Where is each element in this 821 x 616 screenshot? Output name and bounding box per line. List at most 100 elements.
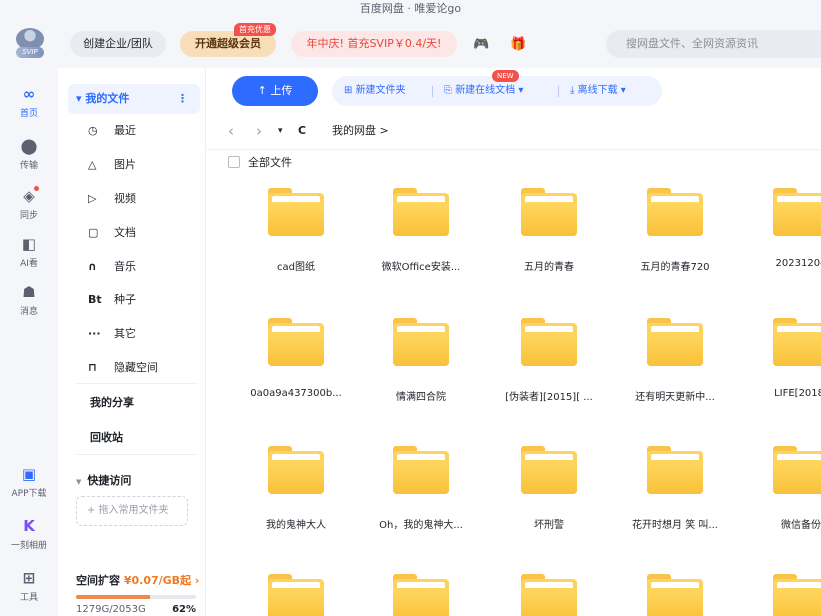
sidebar-item-recycle-bin[interactable]: 回收站: [90, 429, 123, 445]
toolbar-actions: ⊞ 新建文件夹 ⎘ 新建在线文档 ▾ NEW ⤓ 离线下载 ▾: [332, 70, 662, 106]
promo-banner[interactable]: 年中庆! 首充SVIP￥0.4/天!: [291, 31, 457, 57]
select-all-checkbox[interactable]: [228, 156, 240, 168]
offline-download-button[interactable]: ⤓ 离线下载 ▾: [570, 76, 626, 106]
folder-name: 20231204: [775, 258, 821, 269]
quick-access-drop-zone[interactable]: + 拖入常用文件夹: [76, 496, 188, 526]
avatar[interactable]: SVIP: [16, 28, 44, 58]
gift-icon[interactable]: 🎁: [510, 37, 526, 52]
left-nav: ∞ 首页 ⬤ 传输 ◈ 同步 ◧ AI看 ☗ 消息 ▣ APP下载 K 一刻相册: [0, 68, 58, 616]
folder-item[interactable]: 花开时想月 笑 叫...: [612, 446, 738, 531]
folder-item[interactable]: 20231204: [738, 188, 821, 269]
sidebar-item-label: 种子: [114, 293, 136, 306]
folder-name: [伪装者][2015][ ...: [505, 392, 593, 403]
folder-item[interactable]: [612, 574, 738, 616]
nav-label: AI看: [20, 259, 38, 269]
toolbar: ↑ 上传 ⊞ 新建文件夹 ⎘ 新建在线文档 ▾ NEW ⤓ 离线下载 ▾: [206, 70, 821, 106]
folder-item[interactable]: 我的鬼神大人: [233, 446, 359, 531]
folder-item[interactable]: [738, 574, 821, 616]
nav-tools[interactable]: ⊞ 工具: [0, 568, 58, 603]
storage-percent: 62%: [172, 604, 196, 615]
sidebar-item-documents[interactable]: ▢ 文档: [88, 223, 136, 243]
nav-album[interactable]: K 一刻相册: [0, 516, 58, 551]
create-team-button[interactable]: 创建企业/团队: [70, 31, 166, 57]
back-icon[interactable]: ‹: [228, 120, 234, 142]
storage-used: 1279G/2053G: [76, 604, 146, 615]
sidebar-item-videos[interactable]: ▷ 视频: [88, 189, 136, 209]
folder-icon: [268, 188, 324, 236]
divider: [76, 454, 198, 455]
sidebar-item-music[interactable]: ∩ 音乐: [88, 257, 136, 277]
folder-name: Oh，我的鬼神大...: [379, 520, 463, 531]
folder-name: 情满四合院: [396, 392, 446, 403]
sidebar-item-label: 音乐: [114, 260, 136, 273]
folder-item[interactable]: 情满四合院: [358, 318, 484, 403]
folder-icon: [268, 318, 324, 366]
my-files-label: 我的文件: [85, 92, 130, 105]
tools-icon: ⊞: [22, 569, 36, 587]
breadcrumb-current[interactable]: 我的网盘 >: [332, 120, 389, 142]
gamepad-icon[interactable]: 🎮: [473, 37, 489, 52]
sidebar-item-my-files[interactable]: ▾ 我的文件 ⋮: [68, 84, 200, 114]
sidebar-item-other[interactable]: ··· 其它: [88, 324, 136, 344]
message-icon: ☗: [22, 283, 36, 301]
folder-item[interactable]: 五月的青春720: [612, 188, 738, 273]
quick-access-header[interactable]: ▼ 快捷访问: [76, 472, 131, 488]
folder-icon: [393, 188, 449, 236]
divider: [206, 149, 821, 150]
list-header: 全部文件: [228, 154, 292, 170]
nav-home[interactable]: ∞ 首页: [0, 84, 58, 119]
upload-button[interactable]: ↑ 上传: [232, 76, 318, 106]
folder-item[interactable]: 0a0a9a437300b...: [233, 318, 359, 399]
window-title: 百度网盘 · 唯爱论go: [0, 0, 821, 18]
search-input[interactable]: 搜网盘文件、全网资源资讯: [606, 30, 821, 58]
folder-item[interactable]: 微软Office安装...: [358, 188, 484, 273]
folder-item[interactable]: 五月的青春: [486, 188, 612, 273]
caret-down-icon[interactable]: ▾: [278, 120, 283, 142]
file-browser: ↑ 上传 ⊞ 新建文件夹 ⎘ 新建在线文档 ▾ NEW ⤓ 离线下载 ▾ ‹ ›…: [206, 68, 821, 616]
folder-icon: [521, 574, 577, 616]
open-svip-button[interactable]: 开通超级会员 首充优惠: [180, 23, 276, 57]
new-online-doc-button[interactable]: ⎘ 新建在线文档 ▾ NEW: [444, 70, 523, 106]
folder-icon: [773, 188, 821, 236]
folder-item[interactable]: cad图纸: [233, 188, 359, 273]
folder-icon: [647, 574, 703, 616]
caret-down-icon: ▾: [76, 92, 86, 105]
new-folder-button[interactable]: ⊞ 新建文件夹: [344, 76, 406, 106]
forward-icon[interactable]: ›: [256, 120, 262, 142]
svip-button-label: 开通超级会员: [195, 37, 261, 50]
video-icon: ▷: [88, 192, 97, 205]
folder-item[interactable]: [伪装者][2015][ ...: [486, 318, 612, 403]
nav-messages[interactable]: ☗ 消息: [0, 282, 58, 317]
sidebar-item-recent[interactable]: ◷ 最近: [88, 121, 136, 141]
nav-sync[interactable]: ◈ 同步: [0, 186, 58, 221]
refresh-icon[interactable]: C: [298, 120, 306, 142]
folder-item[interactable]: LIFE[2018]: [738, 318, 821, 399]
sidebar-item-my-share[interactable]: 我的分享: [90, 394, 134, 410]
sidebar-item-hidden-space[interactable]: ⊓ 隐藏空间: [88, 358, 158, 378]
image-icon: △: [88, 158, 97, 171]
more-options-icon[interactable]: ⋮: [177, 84, 188, 114]
folder-name: 坏刑警: [534, 520, 564, 531]
folder-item[interactable]: [486, 574, 612, 616]
folder-item[interactable]: 微信备份: [738, 446, 821, 531]
storage-title: 空间扩容: [76, 574, 120, 587]
nav-transfer[interactable]: ⬤ 传输: [0, 136, 58, 171]
nav-app-download[interactable]: ▣ APP下载: [0, 464, 58, 499]
offline-download-label: 离线下载: [577, 85, 618, 96]
storage-usage-fill: [76, 595, 151, 599]
sidebar-item-images[interactable]: △ 图片: [88, 155, 136, 175]
folder-item[interactable]: [233, 574, 359, 616]
folder-item[interactable]: 还有明天更新中...: [612, 318, 738, 403]
folder-icon: [393, 446, 449, 494]
caret-down-icon: ▼: [76, 478, 82, 486]
folder-item[interactable]: Oh，我的鬼神大...: [358, 446, 484, 531]
nav-ai[interactable]: ◧ AI看: [0, 234, 58, 269]
storage-usage-bar: [76, 595, 196, 599]
folder-item[interactable]: 坏刑警: [486, 446, 612, 531]
storage-panel[interactable]: 空间扩容 ¥0.07/GB起 › 1279G/2053G 62%: [76, 572, 199, 615]
folder-icon: [521, 446, 577, 494]
divider: [558, 86, 559, 97]
folder-item[interactable]: [358, 574, 484, 616]
divider: [432, 86, 433, 97]
sidebar-item-torrents[interactable]: Bt 种子: [88, 290, 136, 310]
